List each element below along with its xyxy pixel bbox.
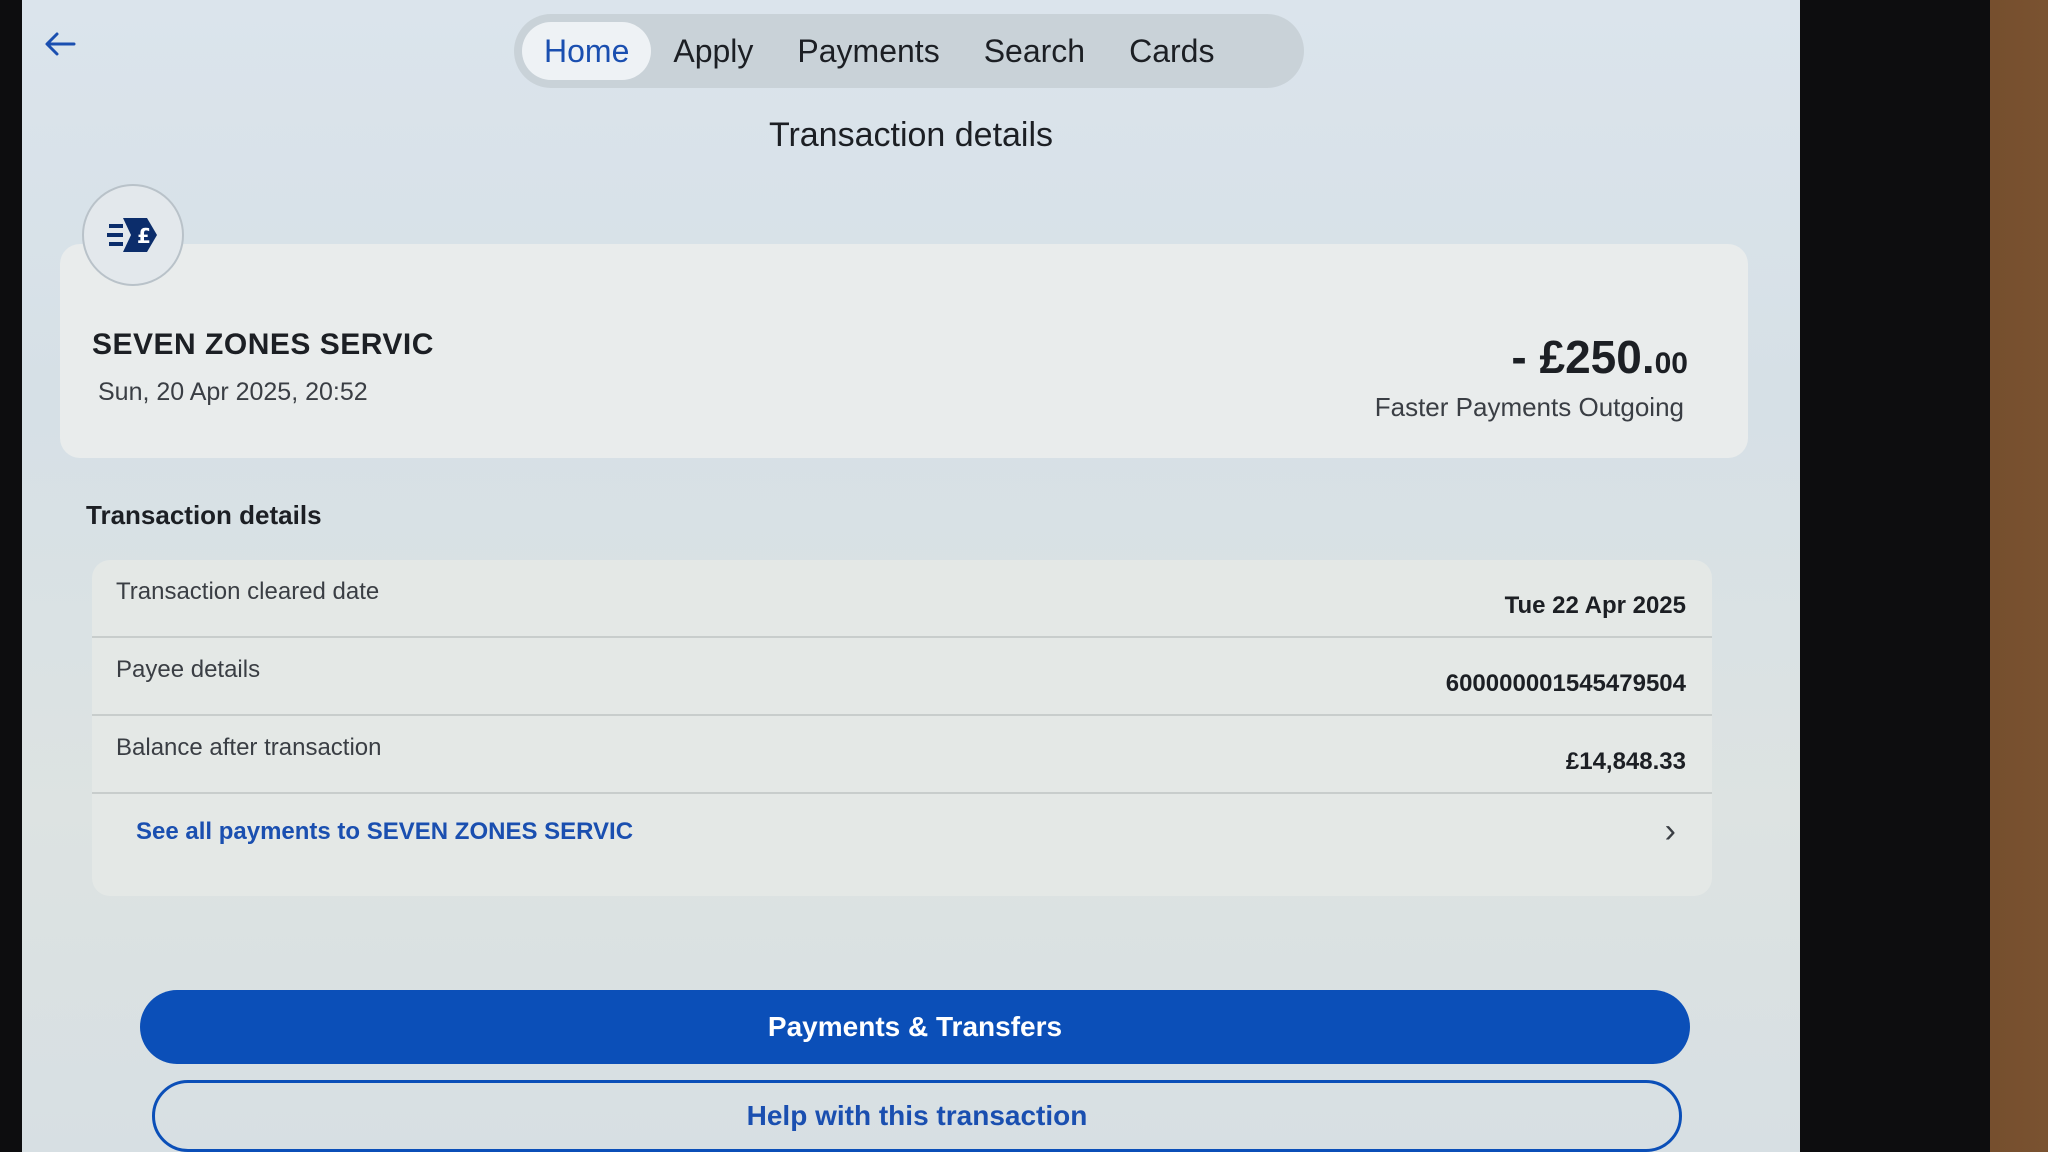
tab-home[interactable]: Home xyxy=(522,22,652,80)
svg-text:£: £ xyxy=(137,224,151,248)
detail-label: Balance after transaction xyxy=(116,734,382,761)
faster-payment-pound-icon: £ xyxy=(82,184,184,286)
detail-label: Payee details xyxy=(116,656,261,683)
transaction-datetime: Sun, 20 Apr 2025, 20:52 xyxy=(98,378,368,406)
page-title: Transaction details xyxy=(768,116,1054,154)
help-transaction-button[interactable]: Help with this transaction xyxy=(152,1080,1682,1152)
detail-label: Transaction cleared date xyxy=(116,578,380,605)
top-tab-bar: Home Apply Payments Search Cards xyxy=(514,14,1304,88)
tab-apply[interactable]: Apply xyxy=(651,22,775,80)
tab-search[interactable]: Search xyxy=(962,22,1107,80)
amount-main: - £250. xyxy=(1511,331,1655,383)
transaction-amount: - £250.00 xyxy=(1511,330,1688,384)
see-all-label: See all payments to SEVEN ZONES SERVIC xyxy=(136,818,634,845)
detail-row-balance: Balance after transaction £14,848.33 xyxy=(92,716,1712,794)
detail-value: £14,848.33 xyxy=(1565,748,1686,775)
chevron-right-icon: › xyxy=(1664,812,1676,850)
detail-value: Tue 22 Apr 2025 xyxy=(1504,592,1686,619)
merchant-name: SEVEN ZONES SERVIC xyxy=(92,328,434,361)
tab-cards[interactable]: Cards xyxy=(1107,22,1236,80)
back-button[interactable] xyxy=(42,20,102,68)
payments-transfers-button[interactable]: Payments & Transfers xyxy=(140,990,1690,1064)
detail-row-cleared-date: Transaction cleared date Tue 22 Apr 2025 xyxy=(92,560,1712,638)
amount-pence: 00 xyxy=(1654,347,1688,380)
details-heading: Transaction details xyxy=(86,500,322,530)
tab-payments[interactable]: Payments xyxy=(775,22,961,80)
details-card: Transaction cleared date Tue 22 Apr 2025… xyxy=(92,560,1712,896)
detail-value: 600000001545479504 xyxy=(1445,670,1686,697)
see-all-payments-link[interactable]: See all payments to SEVEN ZONES SERVIC › xyxy=(92,796,1712,886)
payment-type: Faster Payments Outgoing xyxy=(1374,392,1684,422)
app-screen: Home Apply Payments Search Cards Transac… xyxy=(22,0,1800,1152)
arrow-left-icon xyxy=(45,32,76,56)
detail-row-payee: Payee details 600000001545479504 xyxy=(92,638,1712,716)
